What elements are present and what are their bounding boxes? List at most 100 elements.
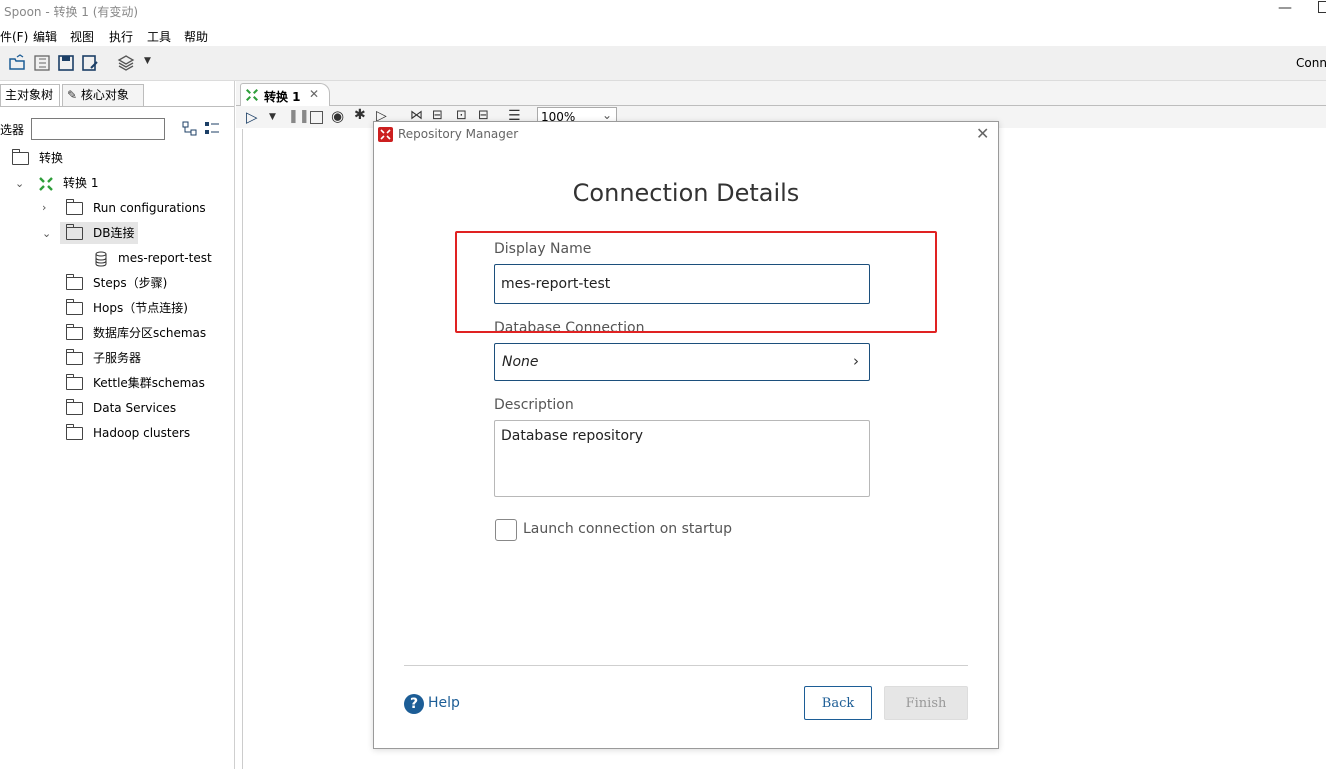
- tree-item-root[interactable]: 转换: [12, 147, 63, 169]
- connect-button[interactable]: Conn: [1296, 56, 1326, 70]
- layers-icon[interactable]: [117, 54, 135, 72]
- dialog-heading: Connection Details: [572, 179, 800, 207]
- editor-tabs: 转换 1 ✕: [236, 81, 1326, 106]
- filter-label: 选器: [0, 123, 25, 137]
- save-as-icon[interactable]: [81, 54, 99, 72]
- launch-on-startup-checkbox[interactable]: [495, 519, 517, 541]
- tree-item-label: 转换: [39, 151, 64, 165]
- tree-item-label: mes-report-test: [118, 251, 212, 265]
- description-textarea[interactable]: Database repository: [494, 420, 870, 497]
- folder-icon: [66, 399, 83, 415]
- folder-icon: [66, 424, 83, 440]
- database-connection-label: Database Connection: [494, 320, 645, 336]
- folder-icon: [66, 299, 83, 315]
- menu-edit[interactable]: 编辑: [33, 28, 57, 45]
- chevron-down-icon[interactable]: ⌄: [15, 177, 24, 190]
- folder-icon: [66, 349, 83, 365]
- close-icon[interactable]: ✕: [976, 124, 989, 143]
- tree-item-db-connections[interactable]: DB连接: [60, 222, 139, 244]
- tab-core-objects[interactable]: ✎ 核心对象: [62, 84, 144, 106]
- tree-item-label: Steps（步骤): [93, 276, 168, 290]
- stop-icon[interactable]: [310, 111, 323, 124]
- description-label: Description: [494, 397, 574, 413]
- folder-icon: [66, 224, 83, 240]
- left-panel: 主对象树 ✎ 核心对象 选器 转换 ⌄ 转换 1 › Run configura…: [0, 81, 235, 769]
- main-toolbar: ▼ Conn: [0, 46, 1326, 81]
- tree-item-label: Run configurations: [93, 201, 206, 215]
- finish-button[interactable]: Finish: [884, 686, 968, 720]
- dialog-title: Repository Manager: [398, 127, 519, 141]
- tree-item-db-connection[interactable]: mes-report-test: [95, 247, 212, 269]
- tab-label: 转换 1: [264, 90, 301, 104]
- display-name-label: Display Name: [494, 241, 592, 257]
- repository-manager-dialog: Repository Manager ✕ Connection Details …: [373, 121, 999, 749]
- database-icon: [95, 251, 107, 267]
- minimize-button[interactable]: —: [1278, 0, 1292, 16]
- tab-main-tree[interactable]: 主对象树: [0, 84, 60, 106]
- close-tab-icon[interactable]: ✕: [309, 87, 319, 101]
- help-icon[interactable]: ?: [404, 694, 424, 714]
- tab-transformation-1[interactable]: 转换 1 ✕: [240, 83, 330, 106]
- tree-item-cluster-schemas[interactable]: Kettle集群schemas: [66, 372, 205, 394]
- chevron-down-icon: ⌄: [602, 108, 613, 122]
- launch-on-startup-label[interactable]: Launch connection on startup: [523, 521, 732, 537]
- preview-icon[interactable]: ◉: [331, 107, 344, 125]
- tree-item-partition-schemas[interactable]: 数据库分区schemas: [66, 322, 206, 344]
- chevron-down-icon[interactable]: ⌄: [42, 227, 51, 240]
- tree-collapse-icon[interactable]: [182, 121, 198, 137]
- tree-item-slave-servers[interactable]: 子服务器: [66, 347, 141, 369]
- tree-item-label: 数据库分区schemas: [93, 326, 207, 340]
- tree-item-transformation[interactable]: 转换 1: [38, 172, 98, 194]
- folder-icon: [66, 274, 83, 290]
- pencil-icon: ✎: [67, 88, 78, 102]
- open-file-icon[interactable]: [8, 54, 26, 72]
- menu-run[interactable]: 执行: [109, 28, 133, 45]
- transformation-icon: [39, 176, 53, 191]
- save-icon[interactable]: [57, 54, 75, 72]
- menu-tools[interactable]: 工具: [147, 28, 171, 45]
- menu-bar: 件(F) 编辑 视图 执行 工具 帮助: [0, 26, 1326, 46]
- tree-item-label: 转换 1: [63, 176, 99, 190]
- folder-icon: [66, 199, 83, 215]
- run-icon[interactable]: ▷: [246, 108, 258, 126]
- tab-core-objects-label: 核心对象: [80, 88, 129, 102]
- maximize-button[interactable]: [1318, 1, 1326, 13]
- window-title: Spoon - 转换 1 (有变动): [4, 5, 139, 19]
- pentaho-logo-icon: [378, 127, 393, 142]
- layers-dropdown-icon[interactable]: ▼: [144, 56, 151, 66]
- description-value: Database repository: [501, 428, 644, 444]
- tree-item-label: Data Services: [93, 401, 177, 415]
- database-connection-select[interactable]: None ›: [494, 343, 870, 381]
- display-name-field[interactable]: mes-report-test: [494, 264, 870, 304]
- tree-expand-icon[interactable]: [204, 121, 220, 137]
- menu-view[interactable]: 视图: [70, 28, 94, 45]
- menu-file[interactable]: 件(F): [0, 28, 28, 45]
- filter-input[interactable]: [31, 118, 165, 140]
- chevron-right-icon[interactable]: ›: [42, 201, 46, 214]
- tree-item-label: DB连接: [93, 226, 135, 240]
- folder-icon: [66, 374, 83, 390]
- tree-item-hadoop-clusters[interactable]: Hadoop clusters: [66, 422, 190, 444]
- dialog-divider: [404, 665, 968, 666]
- left-tabs: 主对象树 ✎ 核心对象: [0, 84, 234, 107]
- explore-repository-icon[interactable]: [33, 54, 51, 72]
- folder-icon: [12, 149, 29, 165]
- back-button[interactable]: Back: [804, 686, 872, 720]
- folder-icon: [66, 324, 83, 340]
- run-dropdown-icon[interactable]: ▼: [269, 112, 276, 122]
- display-name-value: mes-report-test: [501, 276, 611, 292]
- tree-item-steps[interactable]: Steps（步骤): [66, 272, 167, 294]
- tree-item-label: 子服务器: [93, 351, 142, 365]
- help-link[interactable]: Help: [428, 695, 460, 711]
- transformation-icon: [246, 89, 258, 101]
- tree-item-run-configurations[interactable]: Run configurations: [66, 197, 206, 219]
- debug-icon[interactable]: ✱: [354, 107, 366, 123]
- tree-item-data-services[interactable]: Data Services: [66, 397, 176, 419]
- chevron-right-icon: ›: [853, 352, 859, 370]
- menu-help[interactable]: 帮助: [184, 28, 208, 45]
- tree-item-label: Kettle集群schemas: [93, 376, 205, 390]
- pause-icon[interactable]: ❚❚: [288, 109, 310, 124]
- tree-item-hops[interactable]: Hops（节点连接): [66, 297, 188, 319]
- tree-item-label: Hops（节点连接): [93, 301, 188, 315]
- database-connection-value: None: [502, 354, 539, 370]
